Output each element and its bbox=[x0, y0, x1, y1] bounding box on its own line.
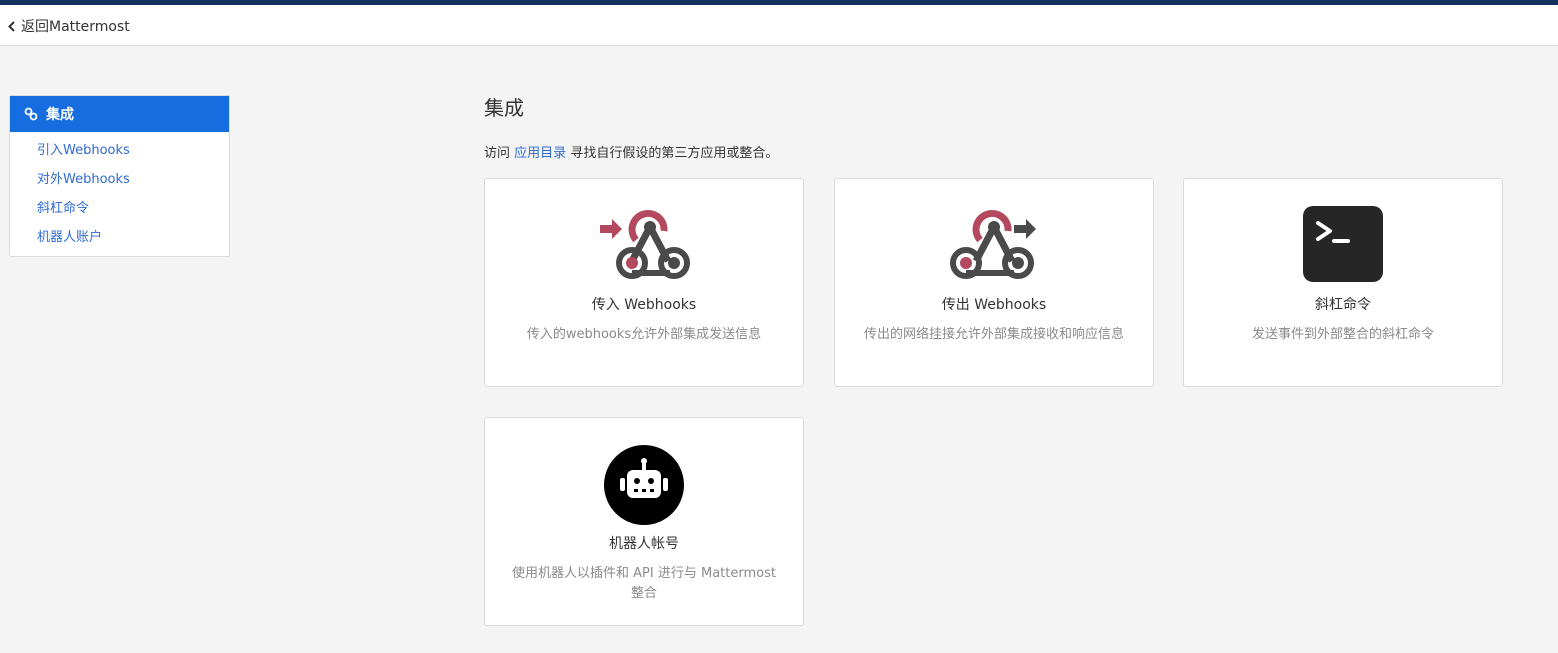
back-label: 返回Mattermost bbox=[21, 19, 130, 35]
back-bar: 返回Mattermost bbox=[0, 5, 1558, 46]
intro-suffix: 寻找自行假设的第三方应用或整合。 bbox=[570, 146, 779, 161]
card-title: 传出 Webhooks bbox=[941, 297, 1047, 313]
sidebar-item-slash-commands[interactable]: 斜杠命令 bbox=[10, 194, 229, 223]
sidebar-item-incoming-webhooks[interactable]: 引入Webhooks bbox=[10, 136, 229, 165]
intro-text: 访问 应用目录 寻找自行假设的第三方应用或整合。 bbox=[484, 144, 1514, 164]
sidebar-item-outgoing-webhooks[interactable]: 对外Webhooks bbox=[10, 165, 229, 194]
incoming-webhook-icon bbox=[600, 210, 690, 279]
card-description: 使用机器人以插件和 API 进行与 Mattermost 整合 bbox=[512, 566, 776, 601]
card-description: 传入的webhooks允许外部集成发送信息 bbox=[526, 327, 762, 342]
incoming-webhooks-card[interactable]: 传入 Webhooks 传入的webhooks允许外部集成发送信息 bbox=[484, 178, 804, 387]
slash-commands-card[interactable]: 斜杠命令 发送事件到外部整合的斜杠命令 bbox=[1183, 178, 1503, 387]
back-to-mattermost-link[interactable]: 返回Mattermost bbox=[8, 16, 130, 36]
robot-icon bbox=[604, 445, 684, 525]
main-content: 集成 访问 应用目录 寻找自行假设的第三方应用或整合。 bbox=[484, 94, 1514, 164]
page-title: 集成 bbox=[484, 96, 524, 120]
bot-accounts-card[interactable]: 机器人帐号 使用机器人以插件和 API 进行与 Mattermost 整合 bbox=[484, 417, 804, 626]
sidebar-item-bot-accounts[interactable]: 机器人账户 bbox=[10, 223, 229, 252]
card-title: 斜杠命令 bbox=[1315, 297, 1371, 313]
sidebar: 集成 引入Webhooks 对外Webhooks 斜杠命令 机器人账户 bbox=[9, 95, 230, 257]
outgoing-webhooks-card[interactable]: 传出 Webhooks 传出的网络挂接允许外部集成接收和响应信息 bbox=[834, 178, 1154, 387]
terminal-icon bbox=[1303, 206, 1383, 282]
sidebar-list: 引入Webhooks 对外Webhooks 斜杠命令 机器人账户 bbox=[10, 132, 229, 256]
chevron-left-icon bbox=[8, 20, 15, 32]
app-directory-link[interactable]: 应用目录 bbox=[514, 146, 566, 161]
sidebar-section-title: 集成 bbox=[46, 107, 74, 123]
card-title: 机器人帐号 bbox=[609, 536, 679, 552]
card-description: 发送事件到外部整合的斜杠命令 bbox=[1251, 327, 1434, 342]
intro-prefix: 访问 bbox=[484, 146, 511, 161]
link-icon bbox=[24, 107, 38, 121]
outgoing-webhook-icon bbox=[950, 210, 1036, 279]
sidebar-section-integrations[interactable]: 集成 bbox=[10, 96, 229, 132]
card-title: 传入 Webhooks bbox=[591, 297, 697, 313]
card-description: 传出的网络挂接允许外部集成接收和响应信息 bbox=[863, 327, 1124, 342]
